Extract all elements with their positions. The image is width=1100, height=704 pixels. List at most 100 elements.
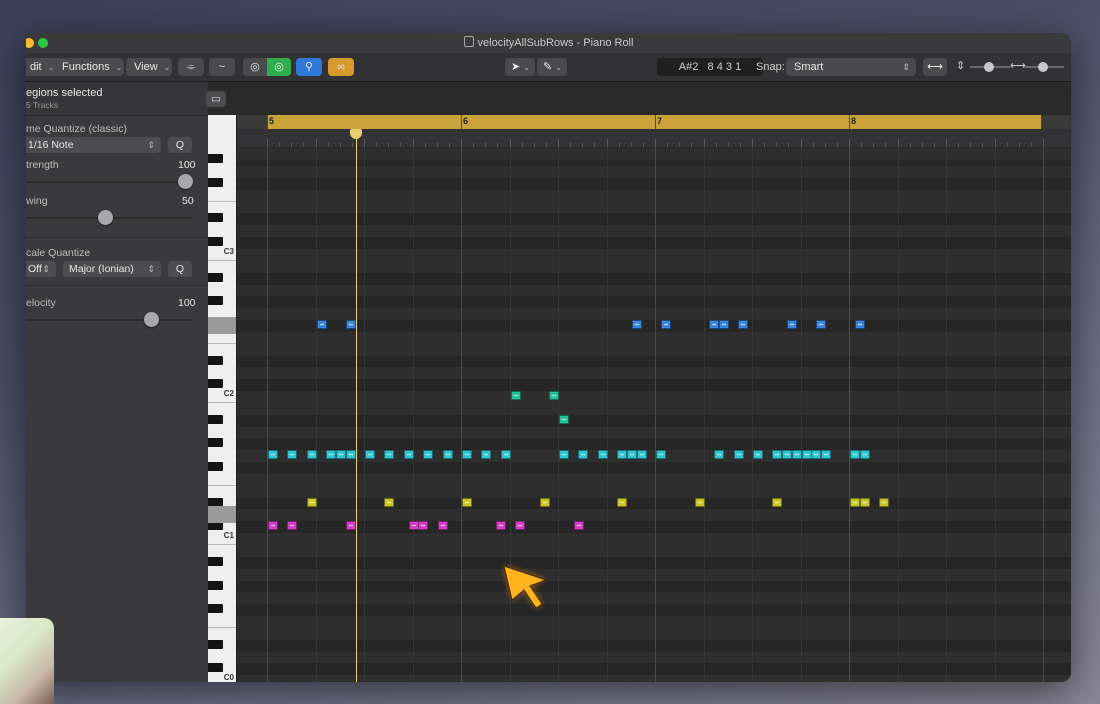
midi-note[interactable] [772,497,783,507]
midi-note[interactable] [384,497,395,507]
video-thumbnail[interactable] [0,618,54,704]
midi-note[interactable] [617,497,628,507]
catch-button[interactable]: ▭ [206,91,226,107]
black-key[interactable] [208,663,223,673]
black-key[interactable] [208,379,223,389]
midi-note[interactable] [859,450,870,460]
pencil-tool-menu[interactable]: ✎ ⌄ [537,58,567,76]
pointer-tool-menu[interactable]: ➤ ⌄ [505,58,535,76]
midi-note[interactable] [442,450,453,460]
midi-note[interactable] [753,450,763,460]
scale-type-select[interactable]: Major (Ionian) ⇕ [63,261,161,277]
vertical-zoom-knob[interactable] [984,62,994,72]
midi-note[interactable] [306,450,317,460]
midi-note[interactable] [786,320,797,330]
midi-note[interactable] [437,521,448,531]
black-key[interactable] [208,213,223,223]
functions-menu-button[interactable]: Functions ⌄ [54,58,124,76]
midi-note[interactable] [694,497,705,507]
black-key[interactable] [208,414,223,424]
midi-note[interactable] [268,521,278,531]
midi-note[interactable] [850,497,860,507]
bar-ruler[interactable]: 56789 [267,115,1050,129]
midi-note[interactable] [820,450,831,460]
view-menu-button[interactable]: View ⌄ [126,58,172,76]
midi-note[interactable] [345,450,356,460]
midi-note[interactable] [316,320,327,330]
strength-slider[interactable] [26,181,192,183]
midi-out-icon[interactable]: ◎ [267,58,291,76]
midi-note[interactable] [782,450,793,460]
time-quantize-select[interactable]: 1/16 Note ⇕ [26,137,161,153]
midi-note[interactable] [500,450,511,460]
black-key[interactable] [208,556,223,566]
midi-note[interactable] [859,497,870,507]
note-grid[interactable]: 56789 [237,115,1071,682]
black-key[interactable] [208,438,223,448]
midi-note[interactable] [345,521,356,531]
midi-note[interactable] [573,521,584,531]
black-key[interactable] [208,355,223,365]
black-key[interactable] [208,462,223,472]
black-key[interactable] [208,497,223,507]
midi-note[interactable] [816,320,827,330]
swing-knob[interactable] [98,210,113,225]
midi-note[interactable] [462,450,472,460]
midi-note[interactable] [719,320,730,330]
midi-in-icon[interactable]: ◎ [243,58,267,76]
black-key[interactable] [208,639,223,649]
midi-note[interactable] [539,497,550,507]
midi-note[interactable] [335,450,346,460]
midi-note[interactable] [631,320,642,330]
midi-note[interactable] [636,450,647,460]
midi-note[interactable] [495,521,506,531]
midi-note[interactable] [660,320,671,330]
midi-note[interactable] [306,497,317,507]
midi-note[interactable] [326,450,337,460]
midi-note[interactable] [418,521,429,531]
strength-knob[interactable] [178,174,193,189]
zoom-button[interactable] [38,38,48,48]
black-key[interactable] [208,177,223,187]
velocity-knob[interactable] [144,312,159,327]
midi-note[interactable] [268,450,278,460]
black-key[interactable] [208,154,223,164]
minimize-button[interactable] [26,38,34,48]
midi-note[interactable] [617,450,628,460]
midi-note[interactable] [423,450,434,460]
midi-note[interactable] [408,521,419,531]
midi-note[interactable] [811,450,822,460]
midi-note[interactable] [854,320,865,330]
midi-note[interactable] [559,450,569,460]
velocity-curve-button[interactable]: ~ [209,58,235,76]
midi-note[interactable] [879,497,890,507]
black-key[interactable] [208,237,223,247]
fit-button[interactable]: ⟷ [923,58,947,76]
metronome-button[interactable]: ⚲ [296,58,322,76]
link-button[interactable]: ∞ [328,58,354,76]
midi-note[interactable] [850,450,860,460]
midi-note[interactable] [403,450,414,460]
scale-quantize-q-button[interactable]: Q [168,261,192,277]
quantize-button[interactable]: ⌯ [178,58,204,76]
black-key[interactable] [208,604,223,614]
black-key[interactable] [208,272,223,282]
black-key[interactable] [208,580,223,590]
midi-note[interactable] [481,450,492,460]
midi-note[interactable] [345,320,356,330]
midi-note[interactable] [287,450,298,460]
midi-note[interactable] [559,414,569,424]
midi-note[interactable] [733,450,744,460]
midi-note[interactable] [510,391,521,401]
midi-note[interactable] [714,450,725,460]
midi-note[interactable] [791,450,802,460]
midi-note[interactable] [365,450,375,460]
midi-note[interactable] [549,391,560,401]
midi-note[interactable] [801,450,812,460]
velocity-slider[interactable] [26,319,192,321]
midi-note[interactable] [578,450,589,460]
midi-note[interactable] [709,320,720,330]
midi-note[interactable] [772,450,783,460]
scale-mode-select[interactable]: Off ⇕ [26,261,56,277]
piano-keyboard[interactable]: C3 C2 C1 C0 [208,115,237,682]
